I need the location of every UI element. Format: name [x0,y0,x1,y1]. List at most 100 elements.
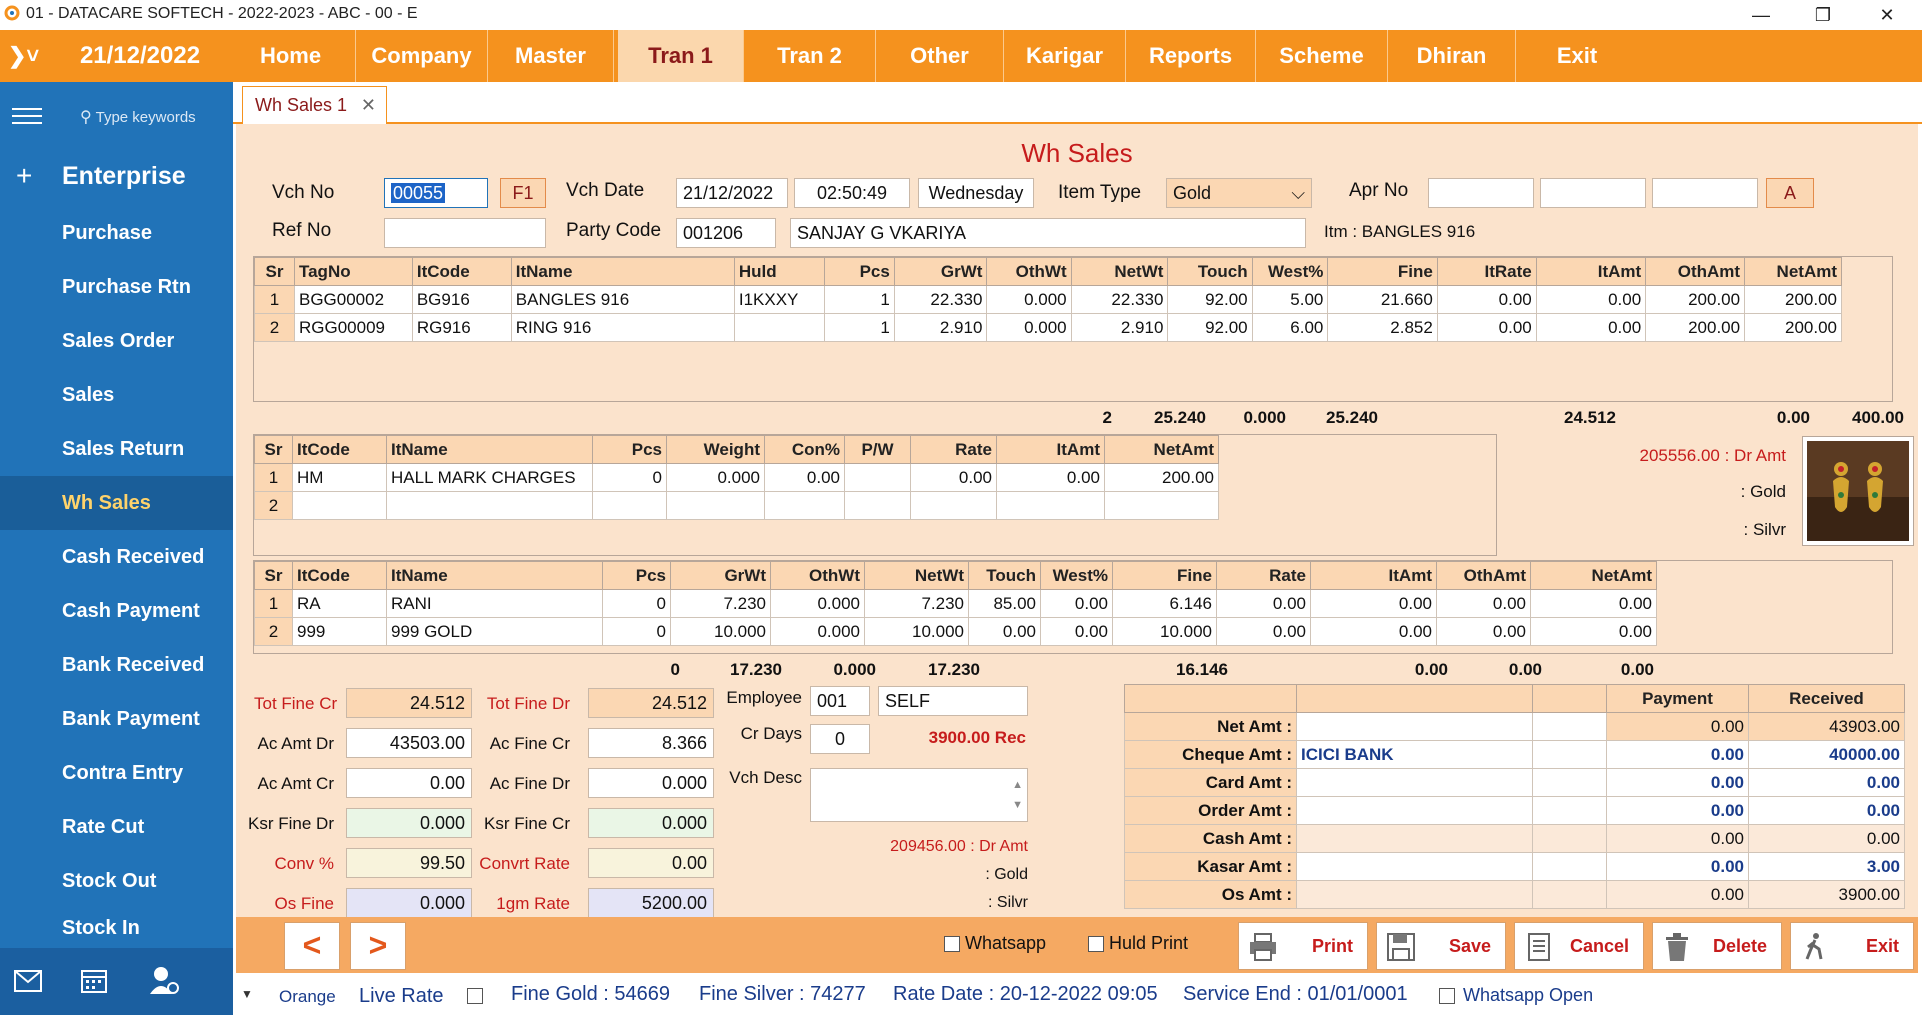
cell[interactable]: RA [292,589,387,618]
col-grwt[interactable]: GrWt [893,257,988,286]
cell[interactable]: 92.00 [1167,285,1253,314]
received-cell[interactable]: 0.00 [1748,824,1905,853]
sidebar-item-purchase-rtn[interactable]: Purchase Rtn [0,260,233,314]
col-fine[interactable]: Fine [1327,257,1438,286]
col-con[interactable]: Con% [764,435,845,464]
menu-tran2[interactable]: Tran 2 [744,30,876,82]
ref-no-input[interactable] [384,218,546,248]
col-netwt[interactable]: NetWt [864,561,969,590]
cell[interactable]: 999 [292,617,387,646]
vch-no-input[interactable]: 00055 [384,178,488,208]
calendar-icon[interactable] [80,966,108,994]
bank-cell[interactable] [1296,796,1533,825]
delete-button[interactable]: Delete [1652,922,1782,970]
apr-no-input-3[interactable] [1652,178,1758,208]
apr-no-input-2[interactable] [1540,178,1646,208]
col-itname[interactable]: ItName [510,257,735,286]
f1-button[interactable]: F1 [500,178,546,208]
convrt-rate-field[interactable]: 0.00 [588,848,714,878]
cell[interactable]: 0.00 [764,463,845,492]
col-itrate[interactable]: ItRate [1436,257,1537,286]
tab-close-icon[interactable]: ✕ [361,87,376,123]
sidebar-item-wh-sales[interactable]: Wh Sales [0,476,233,530]
col-itname[interactable]: ItName [386,435,593,464]
os-fine-field[interactable]: 0.000 [346,888,472,918]
cell[interactable]: 0.00 [1216,589,1311,618]
col-othwt[interactable]: OthWt [986,257,1072,286]
menu-home[interactable]: Home [226,30,356,82]
col-netamt[interactable]: NetAmt [1104,435,1219,464]
cell[interactable] [1532,852,1607,881]
cell[interactable]: 0.00 [1535,285,1647,314]
col-pcs[interactable]: Pcs [602,561,671,590]
col-rate[interactable]: Rate [1216,561,1311,590]
table-row[interactable]: 1 HM HALL MARK CHARGES 0 0.000 0.00 0.00… [254,463,1219,492]
bank-cell[interactable] [1296,768,1533,797]
cell[interactable]: RG916 [411,313,512,342]
cell[interactable]: 1 [254,589,293,618]
cell[interactable] [764,491,845,520]
cell[interactable]: BGG00002 [293,285,413,314]
cell[interactable]: 7.230 [864,589,969,618]
cell[interactable]: 85.00 [968,589,1041,618]
item-photo[interactable] [1802,436,1914,546]
conv-field[interactable]: 99.50 [346,848,472,878]
cancel-button[interactable]: Cancel [1514,922,1644,970]
live-rate-checkbox[interactable] [467,988,483,1004]
cell[interactable]: 0 [592,463,667,492]
col-itcode[interactable]: ItCode [292,561,387,590]
menu-toggle-icon[interactable]: ❯˅ [0,30,50,82]
table-row[interactable]: 2 [254,491,1219,520]
cell[interactable]: 0 [602,617,671,646]
cell[interactable]: 1 [254,463,293,492]
cell[interactable]: 0 [602,589,671,618]
menu-karigar[interactable]: Karigar [1004,30,1126,82]
col-fine[interactable]: Fine [1112,561,1217,590]
col-itname[interactable]: ItName [386,561,603,590]
sidebar-item-cash-received[interactable]: Cash Received [0,530,233,584]
party-name-input[interactable]: SANJAY G VKARIYA [790,218,1306,248]
theme-dropdown-icon[interactable]: ▼ [241,987,253,1001]
ksr-fine-dr-field[interactable]: 0.000 [346,808,472,838]
day-input[interactable]: Wednesday [918,178,1034,208]
received-cell[interactable]: 43903.00 [1748,712,1905,741]
hamburger-icon[interactable] [12,108,42,128]
cell[interactable]: BG916 [411,285,512,314]
cell[interactable]: 0.000 [986,313,1072,342]
sidebar-item-sales[interactable]: Sales [0,368,233,422]
sidebar-item-bank-payment[interactable]: Bank Payment [0,692,233,746]
col-netwt[interactable]: NetWt [1070,257,1169,286]
expand-icon[interactable]: + [16,160,32,192]
cell[interactable] [386,491,593,520]
received-cell[interactable]: 0.00 [1748,768,1905,797]
tot-fine-dr-field[interactable]: 24.512 [588,688,714,718]
menu-company[interactable]: Company [356,30,488,82]
sidebar-item-sales-return[interactable]: Sales Return [0,422,233,476]
cell[interactable]: 0.00 [1436,285,1537,314]
menu-exit[interactable]: Exit [1516,30,1638,82]
cell[interactable]: 200.00 [1744,285,1842,314]
print-button[interactable]: Print [1238,922,1368,970]
sidebar-item-rate-cut[interactable]: Rate Cut [0,800,233,854]
col-othwt[interactable]: OthWt [770,561,865,590]
time-input[interactable]: 02:50:49 [794,178,910,208]
cell[interactable]: 22.330 [893,285,988,314]
close-window-button[interactable]: ✕ [1864,0,1910,30]
col-west[interactable]: West% [1251,257,1329,286]
sidebar-item-sales-order[interactable]: Sales Order [0,314,233,368]
cell[interactable] [1532,768,1607,797]
col-pcs[interactable]: Pcs [824,257,895,286]
cell[interactable]: 2.852 [1327,313,1438,342]
col-west[interactable]: West% [1040,561,1113,590]
tot-fine-cr-field[interactable]: 24.512 [346,688,472,718]
cell[interactable]: BANGLES 916 [510,285,735,314]
payment-cell[interactable]: 0.00 [1606,712,1749,741]
party-code-input[interactable]: 001206 [676,218,776,248]
col-touch[interactable]: Touch [1167,257,1253,286]
col-itcode[interactable]: ItCode [411,257,512,286]
whatsapp-open-checkbox[interactable] [1439,988,1455,1004]
col-huld[interactable]: Huld [733,257,826,286]
table-row[interactable]: 1 RA RANI 0 7.230 0.000 7.230 85.00 0.00… [254,589,1657,618]
cell[interactable]: RGG00009 [293,313,413,342]
col-tagno[interactable]: TagNo [293,257,413,286]
